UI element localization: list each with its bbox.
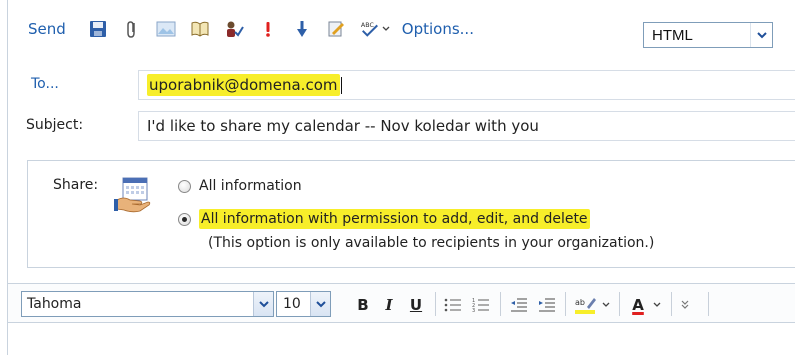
chevron-down-icon[interactable] xyxy=(750,23,772,47)
check-names-icon[interactable] xyxy=(224,16,244,42)
share-panel: Share: All information All information w… xyxy=(27,160,795,268)
highlight-icon[interactable]: ab xyxy=(573,294,599,316)
to-field[interactable]: uporabnik@domena.com xyxy=(138,70,795,100)
radio-edit-permission[interactable] xyxy=(178,212,191,226)
options-button[interactable]: Options... xyxy=(402,16,474,42)
spelling-icon[interactable]: ABC xyxy=(360,16,380,42)
subject-field[interactable]: I'd like to share my calendar -- Nov kol… xyxy=(138,111,795,141)
shared-calendar-icon xyxy=(114,177,151,213)
font-family-value: Tahoma xyxy=(27,296,82,312)
compose-window: Send ABC Options... HTML To... uporabnik… xyxy=(7,0,795,355)
to-button[interactable]: To... xyxy=(31,76,59,92)
chevron-down-icon[interactable] xyxy=(652,294,662,316)
italic-button[interactable]: I xyxy=(379,294,399,316)
message-format-value: HTML xyxy=(652,26,693,44)
share-option-note: (This option is only available to recipi… xyxy=(208,235,655,251)
chevron-down-icon[interactable] xyxy=(253,292,273,316)
font-family-select[interactable]: Tahoma xyxy=(21,291,274,317)
svg-text:3: 3 xyxy=(472,308,475,313)
share-label: Share: xyxy=(53,177,99,193)
attach-icon[interactable] xyxy=(122,16,142,42)
toolbar-separator xyxy=(565,292,566,316)
to-value: uporabnik@domena.com xyxy=(147,74,340,96)
font-size-value: 10 xyxy=(283,296,301,312)
chevron-down-icon[interactable] xyxy=(601,294,611,316)
high-importance-icon[interactable] xyxy=(258,16,278,42)
send-button[interactable]: Send xyxy=(28,16,66,42)
share-option-label: All information with permission to add, … xyxy=(199,209,590,229)
toolbar-separator xyxy=(708,292,709,316)
underline-button[interactable]: U xyxy=(406,294,426,316)
address-book-icon[interactable] xyxy=(190,16,210,42)
formatting-toolbar: Tahoma 10 B I U 123 ab A xyxy=(8,283,795,323)
toolbar-separator xyxy=(671,292,672,316)
font-color-button[interactable]: A xyxy=(626,294,650,316)
toolbar-separator xyxy=(435,292,436,316)
numbered-list-icon[interactable]: 123 xyxy=(470,294,492,316)
increase-indent-icon[interactable] xyxy=(536,294,558,316)
low-importance-icon[interactable] xyxy=(292,16,312,42)
svg-text:ab: ab xyxy=(575,298,585,307)
share-option-all-information[interactable]: All information xyxy=(178,178,302,194)
bold-button[interactable]: B xyxy=(353,294,373,316)
share-option-label: All information xyxy=(199,178,302,194)
save-icon[interactable] xyxy=(88,16,108,42)
font-size-select[interactable]: 10 xyxy=(276,291,331,317)
subject-value: I'd like to share my calendar -- Nov kol… xyxy=(147,117,539,135)
text-cursor xyxy=(340,76,342,94)
chevron-down-icon[interactable] xyxy=(382,16,390,42)
chevron-down-icon[interactable] xyxy=(310,292,330,316)
share-option-edit-permission[interactable]: All information with permission to add, … xyxy=(178,209,590,229)
decrease-indent-icon[interactable] xyxy=(508,294,530,316)
more-options-icon[interactable] xyxy=(678,294,692,316)
subject-label: Subject: xyxy=(26,117,84,133)
message-format-select[interactable]: HTML xyxy=(643,22,773,48)
radio-all-information[interactable] xyxy=(178,179,191,193)
signature-icon[interactable] xyxy=(326,16,346,42)
svg-text:ABC: ABC xyxy=(361,22,375,29)
toolbar-separator xyxy=(619,292,620,316)
font-color-letter: A xyxy=(632,295,644,314)
insert-image-icon[interactable] xyxy=(156,16,176,42)
bullet-list-icon[interactable] xyxy=(442,294,464,316)
toolbar-separator xyxy=(500,292,501,316)
